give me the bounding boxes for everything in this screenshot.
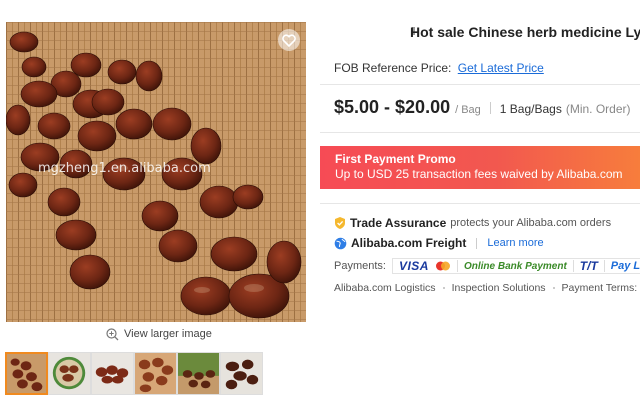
globe-icon — [334, 237, 347, 249]
min-order-note: (Min. Order) — [565, 102, 631, 116]
min-order-quantity: 1 Bag/Bags — [499, 102, 562, 116]
divider — [476, 237, 478, 249]
thumbnail-image — [49, 353, 90, 394]
trade-assurance-text: protects your Alibaba.com orders — [450, 217, 612, 229]
promo-title: First Payment Promo — [335, 152, 456, 166]
price-unit: / Bag — [455, 104, 481, 116]
view-larger-image-link[interactable]: View larger image — [106, 326, 212, 342]
payments-label: Payments: — [334, 260, 386, 272]
watermark-text: mgzheng1.en.alibaba.com — [38, 161, 211, 176]
tt-logo: T/T — [579, 259, 598, 273]
view-larger-label: View larger image — [124, 328, 212, 340]
promo-text: Up to USD 25 transaction fees waived by … — [335, 167, 623, 181]
divider — [320, 132, 640, 133]
thumbnail-1[interactable] — [5, 352, 48, 395]
favorite-button[interactable] — [278, 29, 300, 51]
product-title: Hot sale Chinese herb medicine Lych — [410, 24, 640, 40]
freight-label[interactable]: Alibaba.com Freight — [351, 236, 466, 250]
divider — [456, 260, 458, 272]
trade-assurance-label[interactable]: Trade Assurance — [350, 216, 446, 230]
fob-price-row: FOB Reference Price: Get Latest Price — [334, 61, 544, 75]
freight-row: Alibaba.com Freight Learn more — [334, 236, 544, 250]
trade-assurance-row: Trade Assurance protects your Alibaba.co… — [334, 216, 611, 230]
online-bank-payment-logo: Online Bank Payment — [463, 260, 567, 272]
divider — [320, 203, 640, 204]
thumbnail-5[interactable] — [177, 352, 220, 395]
thumbnail-image — [92, 353, 133, 394]
fob-label: FOB Reference — [334, 61, 418, 75]
fob-price-label: Price: — [420, 61, 452, 75]
thumbnail-image — [135, 353, 176, 394]
inspection-link[interactable]: Inspection Solutions — [452, 282, 546, 294]
first-payment-promo-banner[interactable]: First Payment Promo Up to USD 25 transac… — [320, 146, 640, 189]
price-range: $5.00 - $20.00 — [334, 97, 451, 117]
thumbnail-4[interactable] — [134, 352, 177, 395]
learn-more-link[interactable]: Learn more — [487, 237, 543, 249]
divider — [603, 260, 605, 272]
divider — [320, 84, 640, 85]
pay-later-logo: Pay Later — [610, 260, 640, 272]
thumbnail-image — [7, 354, 46, 393]
shield-icon — [335, 217, 345, 229]
separator-dot — [552, 287, 555, 289]
thumbnail-2[interactable] — [48, 352, 91, 395]
thumbnail-3[interactable] — [91, 352, 134, 395]
thumbnail-image — [221, 353, 262, 394]
zoom-in-icon — [106, 327, 119, 340]
thumbnail-strip — [5, 352, 263, 395]
price-row: $5.00 - $20.00 / Bag 1 Bag/Bags (Min. Or… — [334, 97, 631, 118]
product-photo: mgzheng1.en.alibaba.com — [6, 22, 306, 322]
heart-icon — [282, 33, 296, 47]
get-latest-price-link[interactable]: Get Latest Price — [458, 61, 544, 75]
payment-methods: VISA Online Bank Payment T/T Pay Later — [391, 258, 640, 274]
separator-dot — [442, 287, 445, 289]
payment-terms-link[interactable]: Payment Terms: Ne — [562, 282, 640, 294]
payments-row: Payments: VISA Online Bank Payment T/T P… — [334, 258, 640, 274]
mastercard-icon — [435, 261, 450, 271]
logistics-link[interactable]: Alibaba.com Logistics — [334, 282, 436, 294]
divider — [489, 101, 491, 114]
thumbnail-6[interactable] — [220, 352, 263, 395]
service-links: Alibaba.com Logistics Inspection Solutio… — [334, 282, 640, 294]
divider — [572, 260, 574, 272]
thumbnail-image — [178, 353, 219, 394]
visa-logo: VISA — [398, 259, 429, 273]
main-product-image[interactable]: mgzheng1.en.alibaba.com — [6, 22, 306, 322]
